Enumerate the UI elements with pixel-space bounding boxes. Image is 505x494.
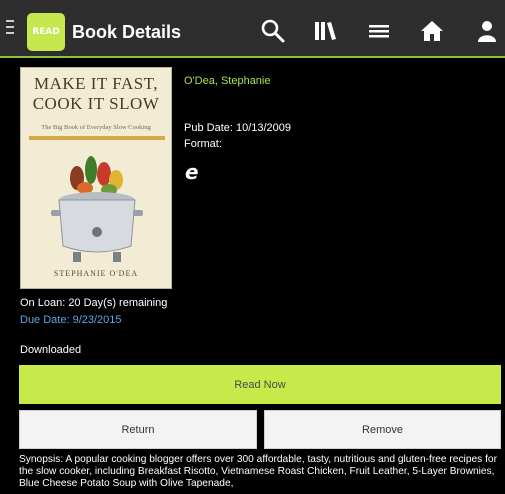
download-status: Downloaded [20, 344, 82, 356]
app-logo[interactable]: READ [27, 13, 65, 51]
read-now-button[interactable]: Read Now [19, 365, 501, 404]
cover-author: STEPHANIE O'DEA [53, 269, 139, 278]
format-label: Format: [184, 138, 222, 150]
slow-cooker-illustration [51, 156, 143, 262]
pub-date: Pub Date: 10/13/2009 [184, 122, 292, 134]
ebook-format-icon: e [185, 160, 199, 184]
author-link[interactable]: O'Dea, Stephanie [184, 75, 271, 87]
due-date: Due Date: 9/23/2015 [20, 314, 122, 326]
menu-list-icon[interactable] [366, 18, 392, 44]
cover-band [29, 136, 165, 140]
synopsis-text: Synopsis: A popular cooking blogger offe… [19, 454, 497, 489]
account-icon[interactable] [474, 18, 500, 44]
cover-subtitle: The Big Book of Everyday Slow Cooking [41, 124, 151, 131]
home-icon[interactable] [419, 18, 445, 44]
loan-status: On Loan: 20 Day(s) remaining [20, 297, 168, 309]
book-cover-image[interactable]: MAKE IT FAST, COOK IT SLOW The Big Book … [20, 67, 172, 289]
return-button[interactable]: Return [19, 410, 257, 449]
library-icon[interactable] [313, 18, 339, 44]
remove-button[interactable]: Remove [264, 410, 501, 449]
top-app-bar: READ Book Details [0, 0, 505, 58]
page-title: Book Details [72, 22, 182, 42]
search-icon[interactable] [260, 18, 286, 44]
cover-title: MAKE IT FAST, COOK IT SLOW [32, 74, 160, 113]
menu-drawer-icon[interactable] [6, 20, 14, 34]
